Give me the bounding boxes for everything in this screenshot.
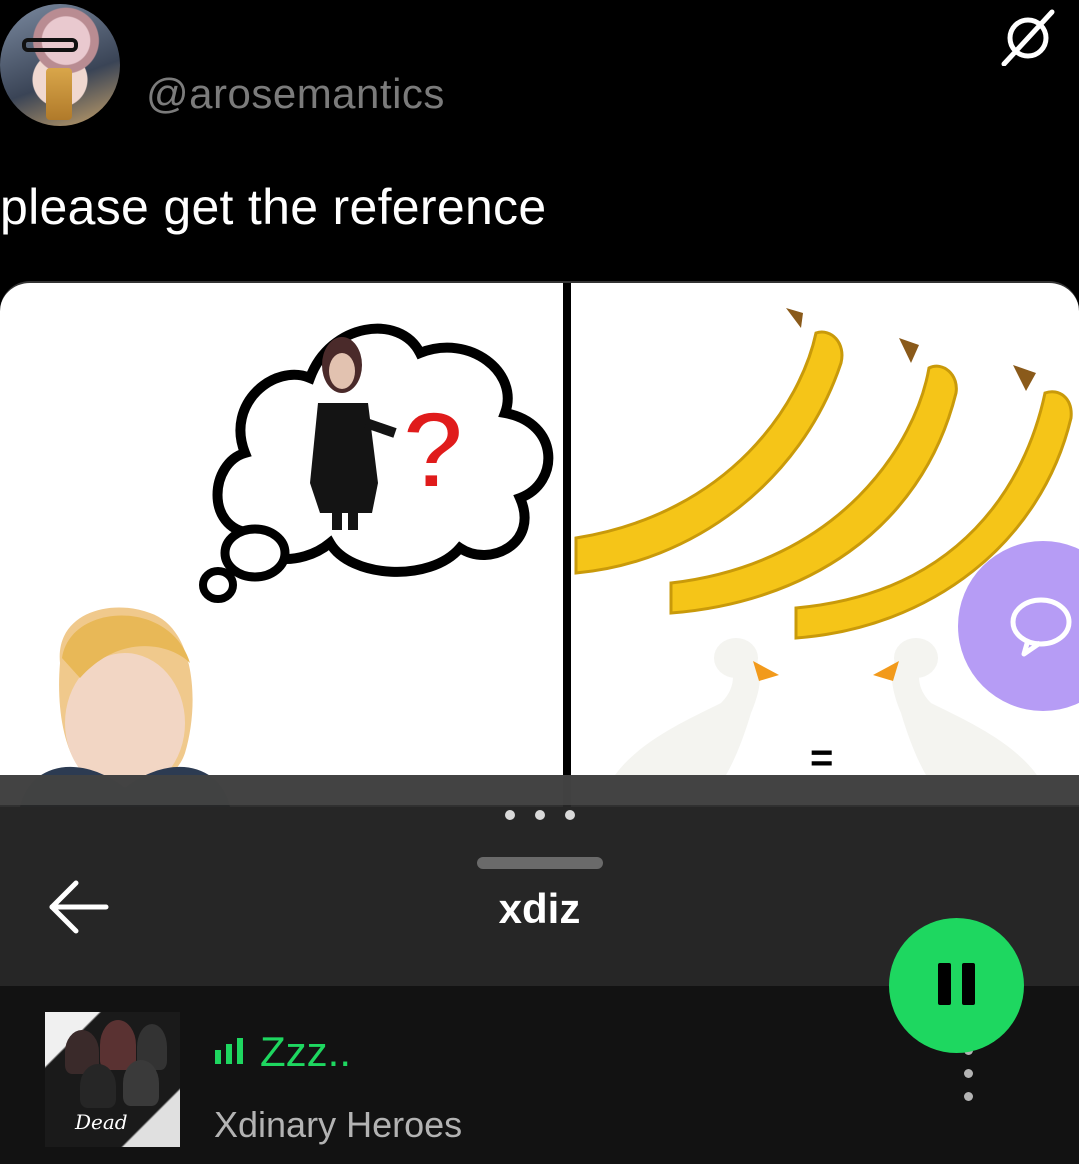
more-vertical-icon[interactable]: [958, 1046, 978, 1116]
tweet-text: please get the reference: [0, 179, 547, 235]
pause-button[interactable]: [889, 918, 1024, 1053]
question-mark: ?: [400, 389, 467, 512]
meme-right-panel: [574, 308, 1073, 807]
sheet-fade: [0, 775, 1079, 805]
track-title: Zzz..: [260, 1028, 351, 1075]
tweet-image[interactable]: ? =: [0, 281, 1079, 807]
pause-icon: [938, 963, 951, 1005]
pause-icon-bar: [962, 963, 975, 1005]
pager-dots[interactable]: [505, 810, 575, 820]
comment-icon: [1010, 597, 1072, 657]
meme-left-panel: ?: [20, 323, 554, 807]
thought-dot-large: [220, 524, 290, 582]
album-logo: Dead: [75, 1110, 128, 1134]
drag-handle[interactable]: [477, 857, 603, 869]
thought-dot-small: [199, 567, 237, 603]
panel-divider: [563, 283, 571, 807]
playlist-title: xdiz: [498, 885, 581, 932]
user-handle[interactable]: @arosemantics: [146, 70, 445, 118]
profile-avatar[interactable]: [0, 4, 120, 126]
now-playing-bars-icon: [215, 1038, 243, 1064]
no-entry-icon[interactable]: [998, 6, 1058, 66]
album-cover[interactable]: Dead: [45, 1012, 180, 1147]
track-artist[interactable]: Xdinary Heroes: [214, 1104, 462, 1146]
avatar-drink: [46, 68, 72, 120]
banana-1: [574, 330, 844, 575]
avatar-glasses: [22, 38, 78, 52]
